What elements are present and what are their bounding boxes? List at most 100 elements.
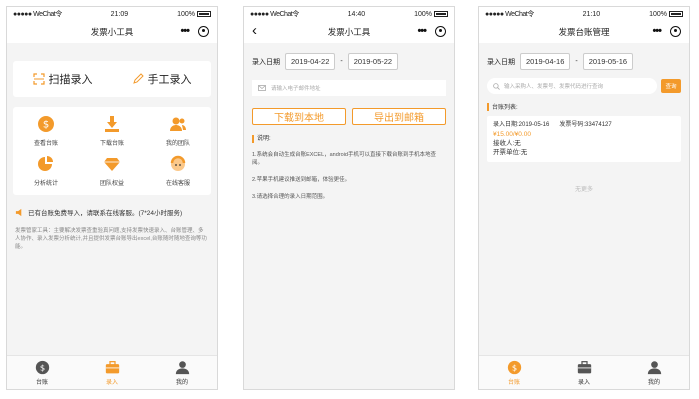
- invoice-amount: ¥15.00/¥0.00: [493, 131, 531, 138]
- close-mini-program-icon[interactable]: [435, 25, 446, 37]
- scan-icon: [32, 73, 45, 85]
- tab-entry[interactable]: 录入: [77, 356, 147, 389]
- export-email-button[interactable]: 导出到邮箱: [352, 108, 446, 125]
- tab-bar: $ 台账 录入 我的: [479, 355, 689, 389]
- close-mini-program-icon[interactable]: [670, 25, 681, 37]
- more-menu-icon[interactable]: •••: [180, 25, 190, 37]
- back-arrow-icon[interactable]: ‹: [252, 22, 257, 39]
- feature-grid: $ 查看台账 下载台账 我的团队 分析统计 团队权益 在线客服: [13, 107, 211, 195]
- email-field[interactable]: 请输入电子邮件地址: [252, 80, 446, 96]
- grid-item-online-service[interactable]: 在线客服: [145, 155, 211, 193]
- more-menu-icon[interactable]: •••: [652, 25, 662, 37]
- instruction-item: 1.系统会自动生成台账EXCEL，android手机可以直接下载台账到手机本地查…: [252, 152, 436, 166]
- buyer: 接收人:无: [493, 140, 521, 147]
- tab-ledger[interactable]: $ 台账: [7, 356, 77, 389]
- mail-icon: [258, 85, 266, 91]
- nav-bar: 发票小工具 •••: [7, 21, 217, 43]
- pie-chart-icon: [37, 155, 55, 173]
- search-row: 输入采购人、发票号、发票代码进行查询 查询: [487, 78, 681, 94]
- export-content: 录入日期 2019-04-22 - 2019-05-22 请输入电子邮件地址 下…: [244, 43, 454, 389]
- service-icon: [169, 155, 187, 173]
- download-local-button[interactable]: 下载到本地: [252, 108, 346, 125]
- ledger-card[interactable]: 录入日期:2019-05-16 发票号码:33474127 ¥15.00/¥0.…: [487, 116, 681, 162]
- pencil-icon: [132, 73, 144, 84]
- phone-screen-ledger: ●●●●● WeChat令 21:10 100% 发票台账管理 ••• 录入日期…: [478, 6, 690, 390]
- date-range-row: 录入日期 2019-04-22 - 2019-05-22: [244, 43, 454, 70]
- grid-item-download-ledger[interactable]: 下载台账: [79, 115, 145, 153]
- status-bar: ●●●●● WeChat令 14:40 100%: [244, 7, 454, 21]
- dollar-icon: $: [34, 359, 50, 375]
- date-from-picker[interactable]: 2019-04-16: [520, 53, 571, 70]
- status-time: 14:40: [347, 10, 366, 18]
- grid-item-team-benefits[interactable]: 团队权益: [79, 155, 145, 193]
- date-from-picker[interactable]: 2019-04-22: [285, 53, 336, 70]
- grid-item-my-team[interactable]: 我的团队: [145, 115, 211, 153]
- phone-screen-home: ●●●●● WeChat令 21:09 100% 发票小工具 ••• 扫描录入 …: [6, 6, 218, 390]
- page-title: 发票小工具: [327, 27, 371, 37]
- mini-program-capsule: •••: [417, 25, 446, 37]
- svg-text:$: $: [511, 362, 516, 372]
- query-button[interactable]: 查询: [661, 79, 681, 93]
- search-input[interactable]: 输入采购人、发票号、发票代码进行查询: [487, 78, 657, 94]
- close-mini-program-icon[interactable]: [198, 25, 209, 37]
- carrier-signal: ●●●●● WeChat令: [13, 11, 62, 18]
- grid-item-view-ledger[interactable]: $ 查看台账: [13, 115, 79, 153]
- tab-mine[interactable]: 我的: [619, 356, 689, 389]
- export-actions: 下载到本地 导出到邮箱: [252, 108, 446, 125]
- tab-mine[interactable]: 我的: [147, 356, 217, 389]
- date-to-picker[interactable]: 2019-05-16: [582, 53, 634, 70]
- user-icon: [646, 359, 662, 375]
- date-label: 录入日期: [487, 58, 515, 66]
- import-notice[interactable]: 已有台账免费导入，请联系在线客服。(7*24小时服务): [15, 207, 209, 217]
- nav-bar: 发票台账管理 •••: [479, 21, 689, 43]
- grid-item-statistics[interactable]: 分析统计: [13, 155, 79, 193]
- carrier-signal: ●●●●● WeChat令: [250, 11, 299, 18]
- date-range-row: 录入日期 2019-04-16 - 2019-05-16: [479, 43, 689, 70]
- page-title: 发票台账管理: [558, 27, 610, 37]
- ledger-list-header: 台账列表:: [487, 102, 681, 111]
- accent-bar: [487, 102, 489, 111]
- email-placeholder: 请输入电子邮件地址: [271, 86, 321, 92]
- tab-ledger[interactable]: $ 台账: [479, 356, 549, 389]
- battery-status: 100%: [414, 11, 448, 18]
- search-placeholder: 输入采购人、发票号、发票代码进行查询: [504, 84, 604, 90]
- date-separator: -: [575, 58, 578, 65]
- invoice-number: 发票号码:33474127: [559, 122, 612, 128]
- manual-entry-label: 手工录入: [147, 74, 192, 86]
- no-more-text: 无更多: [574, 187, 593, 193]
- battery-icon: [197, 10, 211, 17]
- tab-bar: $ 台账 录入 我的: [7, 355, 217, 389]
- entry-actions: 扫描录入 手工录入: [13, 61, 211, 97]
- date-to-picker[interactable]: 2019-05-22: [347, 53, 399, 70]
- battery-status: 100%: [649, 11, 683, 18]
- scan-entry-button[interactable]: 扫描录入: [13, 71, 112, 87]
- card-header-row: 录入日期:2019-05-16 发票号码:33474127: [493, 121, 675, 130]
- status-time: 21:09: [110, 10, 129, 18]
- instruction-item: 3.请选择合理的录入日期范围。: [252, 194, 329, 200]
- instruction-item: 2.苹果手机建议推送到邮箱，体验更佳。: [252, 177, 351, 183]
- tab-entry[interactable]: 录入: [549, 356, 619, 389]
- entry-date: 录入日期:2019-05-16: [493, 122, 550, 128]
- more-menu-icon[interactable]: •••: [417, 25, 427, 37]
- svg-text:$: $: [43, 120, 49, 131]
- dollar-icon: $: [37, 115, 55, 133]
- page-title: 发票小工具: [90, 27, 134, 37]
- manual-entry-button[interactable]: 手工录入: [112, 71, 211, 87]
- diamond-icon: [103, 155, 121, 173]
- svg-text:$: $: [39, 362, 44, 372]
- scan-entry-label: 扫描录入: [48, 74, 93, 86]
- team-icon: [169, 115, 187, 133]
- briefcase-icon: [576, 359, 592, 375]
- accent-bar: [252, 135, 254, 143]
- mini-program-capsule: •••: [652, 25, 681, 37]
- dollar-icon: $: [506, 359, 522, 375]
- battery-status: 100%: [177, 11, 211, 18]
- battery-icon: [434, 10, 448, 17]
- phone-screen-export: ●●●●● WeChat令 14:40 100% ‹ 发票小工具 ••• 录入日…: [243, 6, 455, 390]
- date-separator: -: [340, 58, 343, 65]
- status-time: 21:10: [582, 10, 601, 18]
- carrier-signal: ●●●●● WeChat令: [485, 11, 534, 18]
- app-description: 发票管家工具：主要解决发票查重验真问题,支持发票快速录入、台账管理、多人协作、录…: [15, 228, 207, 250]
- user-icon: [174, 359, 190, 375]
- date-label: 录入日期: [252, 58, 280, 66]
